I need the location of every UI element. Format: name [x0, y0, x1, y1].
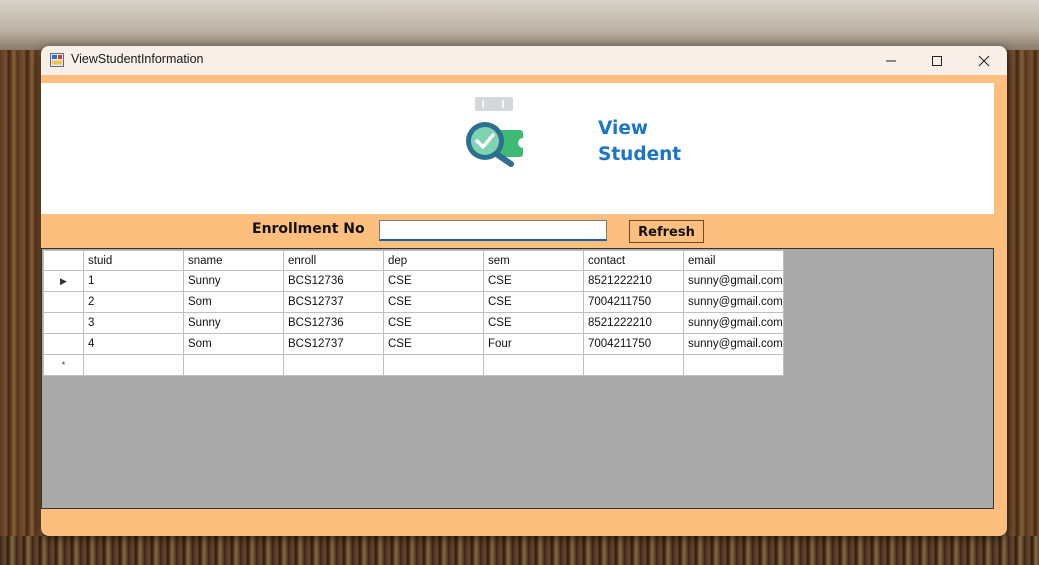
table-cell[interactable]: sunny@gmail.com: [683, 270, 784, 292]
table-cell[interactable]: 3: [83, 312, 184, 334]
page-title: View Student: [598, 116, 681, 168]
desktop-background-bottom: [0, 536, 1039, 565]
table-cell[interactable]: CSE: [483, 291, 584, 313]
table-cell[interactable]: 7004211750: [583, 291, 684, 313]
column-header-enroll[interactable]: enroll: [283, 250, 384, 271]
table-cell[interactable]: 2: [83, 291, 184, 313]
row-header-cell[interactable]: [43, 291, 84, 313]
title-bar[interactable]: ViewStudentInformation: [41, 46, 1007, 75]
table-cell[interactable]: BCS12737: [283, 333, 384, 355]
table-cell[interactable]: CSE: [383, 270, 484, 292]
column-header-sname[interactable]: sname: [183, 250, 284, 271]
column-header-sem[interactable]: sem: [483, 250, 584, 271]
refresh-button[interactable]: Refresh: [629, 220, 704, 243]
new-row-marker-icon[interactable]: *: [43, 354, 84, 376]
table-cell[interactable]: 4: [83, 333, 184, 355]
new-row[interactable]: *: [43, 354, 784, 376]
minimize-button[interactable]: [868, 46, 914, 75]
table-cell[interactable]: CSE: [383, 312, 484, 334]
table-cell[interactable]: sunny@gmail.com: [683, 312, 784, 334]
table-row[interactable]: 4 Som BCS12737 CSE Four 7004211750 sunny…: [43, 333, 784, 355]
student-data-grid[interactable]: stuid sname enroll dep sem contact email…: [41, 248, 994, 509]
table-cell[interactable]: CSE: [483, 270, 584, 292]
table-cell[interactable]: [183, 354, 284, 376]
table-cell[interactable]: sunny@gmail.com: [683, 333, 784, 355]
table-cell[interactable]: BCS12736: [283, 270, 384, 292]
minimize-icon: [886, 60, 896, 61]
column-header-contact[interactable]: contact: [583, 250, 684, 271]
app-window: ViewStudentInformation View Student Enro…: [41, 46, 1007, 536]
row-header-cell[interactable]: [43, 312, 84, 334]
table-cell[interactable]: Som: [183, 291, 284, 313]
table-cell[interactable]: 8521222210: [583, 312, 684, 334]
column-header-dep[interactable]: dep: [383, 250, 484, 271]
table-cell[interactable]: [483, 354, 584, 376]
table-cell[interactable]: 1: [83, 270, 184, 292]
table-cell[interactable]: CSE: [383, 291, 484, 313]
table-cell[interactable]: 7004211750: [583, 333, 684, 355]
table-cell[interactable]: Four: [483, 333, 584, 355]
maximize-icon: [932, 55, 942, 66]
table-cell[interactable]: CSE: [483, 312, 584, 334]
table-header-row: stuid sname enroll dep sem contact email: [43, 250, 784, 271]
table-cell[interactable]: Som: [183, 333, 284, 355]
enrollment-label: Enrollment No: [252, 221, 365, 237]
maximize-button[interactable]: [914, 46, 960, 75]
table-cell[interactable]: Sunny: [183, 312, 284, 334]
table-cell[interactable]: CSE: [383, 333, 484, 355]
table-cell[interactable]: [83, 354, 184, 376]
table-cell[interactable]: BCS12737: [283, 291, 384, 313]
desktop-background-top: [0, 0, 1039, 50]
table-cell[interactable]: Sunny: [183, 270, 284, 292]
page-title-line1: View: [598, 118, 648, 139]
header-panel: View Student: [41, 83, 994, 214]
close-button[interactable]: [961, 46, 1007, 75]
search-check-icon: [466, 97, 527, 167]
close-icon: [978, 55, 990, 66]
app-form-icon: [50, 53, 64, 67]
current-row-marker-icon[interactable]: ▶: [43, 270, 84, 292]
row-header-cell[interactable]: [43, 333, 84, 355]
student-table: stuid sname enroll dep sem contact email…: [43, 250, 784, 376]
table-cell[interactable]: [383, 354, 484, 376]
table-cell[interactable]: [683, 354, 784, 376]
window-title: ViewStudentInformation: [71, 52, 204, 66]
page-title-line2: Student: [598, 144, 682, 165]
table-row[interactable]: 3 Sunny BCS12736 CSE CSE 8521222210 sunn…: [43, 312, 784, 334]
table-cell[interactable]: 8521222210: [583, 270, 684, 292]
table-cell[interactable]: sunny@gmail.com: [683, 291, 784, 313]
table-cell[interactable]: BCS12736: [283, 312, 384, 334]
table-row[interactable]: ▶ 1 Sunny BCS12736 CSE CSE 8521222210 su…: [43, 270, 784, 292]
enrollment-input[interactable]: [379, 220, 607, 241]
column-header-stuid[interactable]: stuid: [83, 250, 184, 271]
table-cell[interactable]: [583, 354, 684, 376]
table-row[interactable]: 2 Som BCS12737 CSE CSE 7004211750 sunny@…: [43, 291, 784, 313]
column-header-email[interactable]: email: [683, 250, 784, 271]
corner-header-cell[interactable]: [43, 250, 84, 271]
table-cell[interactable]: [283, 354, 384, 376]
